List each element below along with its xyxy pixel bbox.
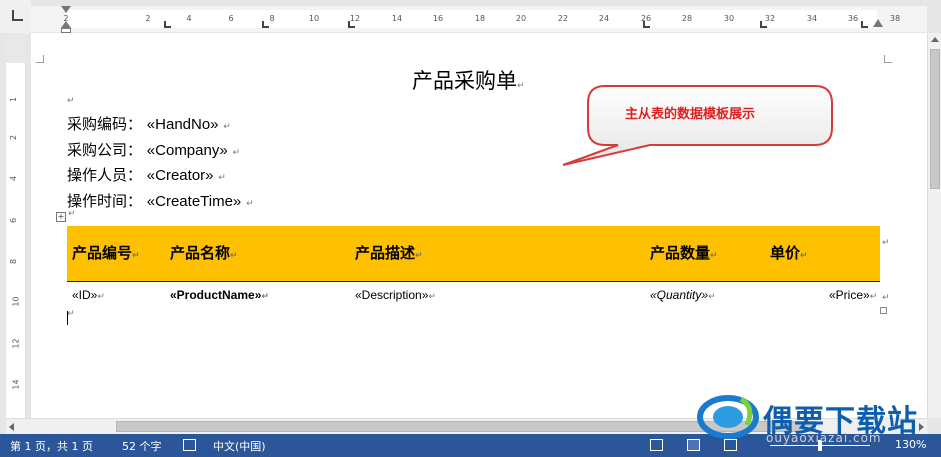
paragraph-mark: ↵ <box>223 122 231 132</box>
tab-stop-marker[interactable] <box>348 21 355 28</box>
table-header-cell[interactable]: 产品名称↵ <box>170 242 238 263</box>
row-end-mark: ↵ <box>882 238 890 248</box>
vertical-scrollbar[interactable] <box>927 33 941 418</box>
word-count[interactable]: 52 个字 <box>122 438 162 454</box>
table-header-cell[interactable]: 单价↵ <box>770 242 808 263</box>
ruler-number: 8 <box>9 258 19 265</box>
tab-stop-marker[interactable] <box>164 21 171 28</box>
paragraph-mark: ↵ <box>246 198 254 209</box>
merge-field[interactable]: «CreateTime» <box>147 193 241 210</box>
ruler-number: 4 <box>186 14 192 23</box>
table-resize-handle-icon[interactable] <box>880 307 887 314</box>
ruler-number: 14 <box>391 14 403 23</box>
ruler-number: 38 <box>889 14 901 23</box>
web-layout-icon[interactable] <box>724 439 737 451</box>
row-end-mark: ↵ <box>882 293 890 303</box>
ruler-top-margin <box>6 33 26 63</box>
ruler-number: 36 <box>847 14 859 23</box>
ruler-number: 14 <box>11 379 21 390</box>
field-row[interactable]: 操作时间： «CreateTime» ↵ <box>67 190 254 216</box>
field-label: 操作人员： <box>67 166 143 184</box>
table-move-handle-icon[interactable]: + <box>56 212 66 222</box>
callout-text: 主从表的数据模板展示 <box>625 107 756 122</box>
ruler-number: 30 <box>723 14 735 23</box>
paragraph-mark: ↵ <box>218 173 226 183</box>
ruler-number: 2 <box>9 134 19 141</box>
vertical-ruler[interactable]: 1 2 4 6 8 10 12 14 16 <box>6 33 26 418</box>
watermark-logo <box>697 395 759 439</box>
table-header-row[interactable]: 产品编号↵ 产品名称↵ 产品描述↵ 产品数量↵ 单价↵ <box>67 226 880 282</box>
field-label: 操作时间： <box>67 191 143 210</box>
proofing-icon[interactable] <box>183 439 196 451</box>
field-label: 采购编码： <box>67 115 143 133</box>
ruler-number: 8 <box>269 14 275 23</box>
paragraph-mark: ↵ <box>67 309 75 319</box>
header-fields[interactable]: 采购编码： «HandNo» ↵ 采购公司： «Company» ↵ 操作人员：… <box>67 113 254 215</box>
tab-stop-marker[interactable] <box>643 21 650 28</box>
tab-stop-marker[interactable] <box>861 21 868 28</box>
read-mode-icon[interactable] <box>650 439 663 451</box>
ruler-number: 10 <box>11 296 21 307</box>
table-cell[interactable]: «Description»↵ <box>355 288 436 302</box>
table-header-cell[interactable]: 产品描述↵ <box>355 242 423 263</box>
ruler-number: 22 <box>557 14 569 23</box>
ruler-number: 1 <box>9 96 19 103</box>
text-cursor <box>67 311 68 325</box>
table-cell[interactable]: «ID»↵ <box>72 288 105 302</box>
table-header-cell[interactable]: 产品编号↵ <box>72 242 140 263</box>
document-page[interactable]: 产品采购单↵ ↵ 采购编码： «HandNo» ↵ 采购公司： «Company… <box>31 33 927 418</box>
field-row[interactable]: 采购公司： «Company» ↵ <box>67 139 254 165</box>
right-indent-marker[interactable] <box>873 19 883 27</box>
tab-selector-icon[interactable] <box>12 10 23 21</box>
field-row[interactable]: 操作人员： «Creator» ↵ <box>67 164 254 190</box>
ruler-number: 28 <box>681 14 693 23</box>
merge-field[interactable]: «HandNo» <box>147 116 219 133</box>
ruler-number: 24 <box>598 14 610 23</box>
merge-field[interactable]: «Creator» <box>147 167 214 184</box>
field-row[interactable]: 采购编码： «HandNo» ↵ <box>67 113 254 139</box>
ruler-number: 34 <box>806 14 818 23</box>
ruler-number: 6 <box>228 14 234 23</box>
table-cell[interactable]: «Quantity»↵ <box>650 288 716 302</box>
table-header-cell[interactable]: 产品数量↵ <box>650 242 718 263</box>
watermark-url: ouyaoxiazai.com <box>766 431 882 445</box>
paragraph-mark: ↵ <box>68 209 76 219</box>
document-title[interactable]: 产品采购单↵ <box>412 65 525 95</box>
ruler-number: 4 <box>9 175 19 182</box>
tab-stop-marker[interactable] <box>262 21 269 28</box>
first-line-indent-marker[interactable] <box>61 6 71 13</box>
ruler-number: 6 <box>9 217 19 224</box>
scroll-left-icon[interactable] <box>9 423 14 431</box>
paragraph-mark: ↵ <box>67 96 75 106</box>
paragraph-mark: ↵ <box>232 147 241 158</box>
print-layout-icon[interactable] <box>687 439 700 451</box>
table-cell[interactable]: «ProductName»↵ <box>170 288 269 302</box>
ruler-number: 12 <box>11 338 21 349</box>
ruler-number: 10 <box>308 14 320 23</box>
ruler-corner <box>0 0 31 33</box>
language-indicator[interactable]: 中文(中国) <box>213 438 266 454</box>
scroll-up-icon[interactable] <box>931 37 939 42</box>
horizontal-ruler[interactable]: 2 2 4 6 8 10 12 14 16 18 20 22 24 26 28 … <box>31 6 927 32</box>
page-indicator[interactable]: 第 1 页，共 1 页 <box>10 438 93 454</box>
ruler-number: 2 <box>145 14 151 23</box>
ruler-number: 20 <box>515 14 527 23</box>
margin-corner-mark <box>884 55 892 63</box>
margin-corner-mark <box>36 55 44 63</box>
merge-field[interactable]: «Company» <box>147 142 228 159</box>
field-label: 采购公司： <box>67 140 143 159</box>
hanging-indent-marker[interactable] <box>61 21 71 28</box>
tab-stop-marker[interactable] <box>760 21 767 28</box>
scroll-right-icon[interactable] <box>919 423 924 431</box>
scroll-thumb[interactable] <box>930 49 940 189</box>
table-row[interactable]: «ID»↵ «ProductName»↵ «Description»↵ «Qua… <box>67 283 880 305</box>
table-cell[interactable]: «Price»↵ <box>829 288 877 302</box>
ruler-number: 16 <box>432 14 444 23</box>
ruler-number: 18 <box>474 14 486 23</box>
